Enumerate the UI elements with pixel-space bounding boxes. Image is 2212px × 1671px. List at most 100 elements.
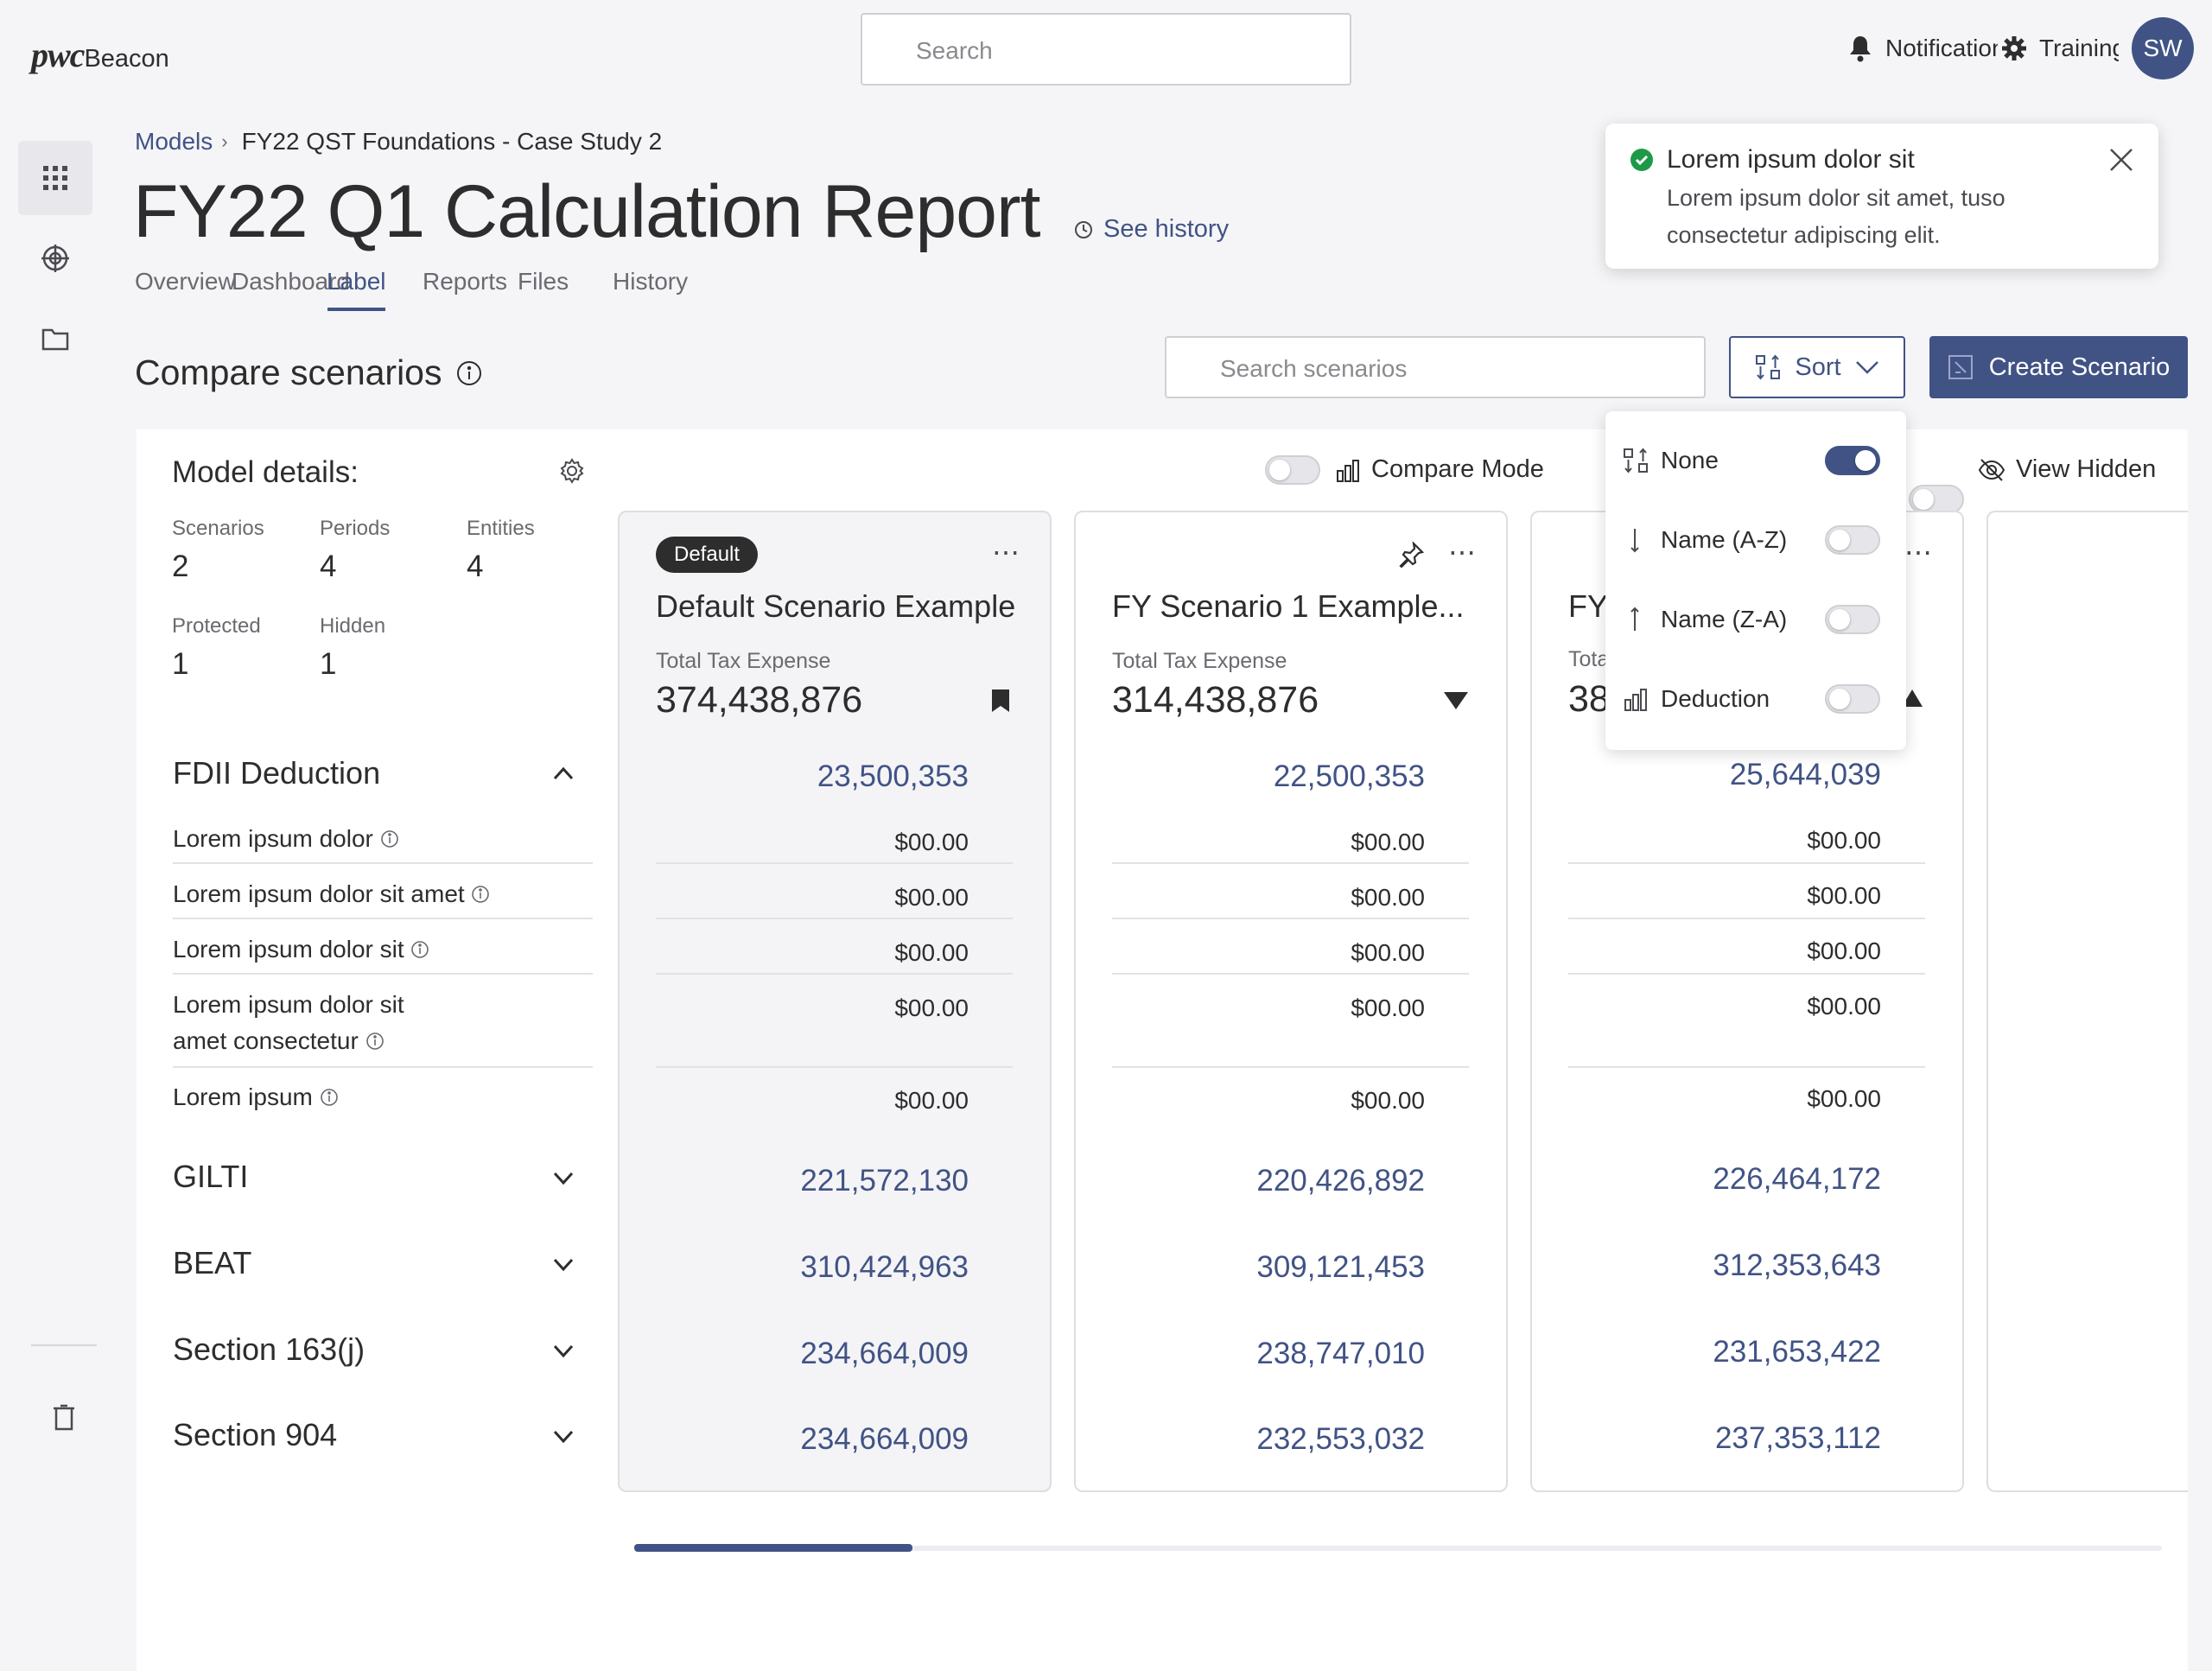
info-icon[interactable] <box>320 1088 339 1107</box>
rail-apps-button[interactable] <box>18 141 92 215</box>
sort-option-name-az[interactable]: Name (A-Z) <box>1605 500 1906 580</box>
row-divider <box>1112 973 1469 975</box>
info-icon[interactable] <box>471 885 490 904</box>
row-divider <box>1112 1066 1469 1068</box>
accordion-section904-title[interactable]: Section 904 <box>173 1417 337 1453</box>
tab-reports[interactable]: Reports <box>423 268 507 295</box>
view-hidden-control[interactable]: View Hidden <box>1978 455 2156 484</box>
sort-option-none[interactable]: None <box>1605 421 1906 500</box>
accordion-beat-title[interactable]: BEAT <box>173 1245 251 1281</box>
tab-label[interactable]: Label <box>327 268 386 295</box>
section904-value: 232,553,032 <box>1256 1422 1425 1456</box>
breadcrumb-models-link[interactable]: Models <box>135 128 213 156</box>
chevron-down-icon[interactable] <box>553 1344 574 1358</box>
sort-option-toggle[interactable] <box>1825 684 1880 714</box>
chevron-down-icon[interactable] <box>553 1258 574 1272</box>
sort-option-deduction[interactable]: Deduction <box>1605 659 1906 739</box>
user-avatar[interactable]: SW <box>2132 17 2194 79</box>
stat-entities-value: 4 <box>467 550 484 583</box>
training-button[interactable]: Training <box>2001 35 2119 62</box>
close-icon[interactable] <box>2108 147 2134 173</box>
more-options-icon[interactable]: ⋯ <box>992 536 1021 569</box>
sort-option-label: Name (A-Z) <box>1661 526 1788 553</box>
rail-folder-button[interactable] <box>18 302 92 376</box>
more-options-icon[interactable]: ⋯ <box>1904 536 1934 569</box>
scenario-card-subtitle: Total Tax Expense <box>656 649 831 673</box>
scenario-search-input[interactable]: Search scenarios <box>1165 336 1706 398</box>
toast-message: Lorem ipsum dolor sit amet, tuso consect… <box>1667 185 2005 248</box>
compare-mode-label: Compare Mode <box>1371 455 1544 483</box>
row-value: $00.00 <box>1807 827 1881 854</box>
row-divider <box>1568 1066 1925 1068</box>
check-circle-icon <box>1630 148 1654 172</box>
row-divider <box>656 1066 1013 1068</box>
chevron-up-icon[interactable] <box>553 766 574 780</box>
gilti-value: 226,464,172 <box>1713 1162 1881 1196</box>
scenario-card-subtitle: Tota <box>1568 647 1610 671</box>
sort-button[interactable]: Sort <box>1729 336 1905 398</box>
info-icon[interactable] <box>380 829 399 848</box>
app-logo[interactable]: pwc Beacon <box>31 35 169 75</box>
info-icon[interactable] <box>456 360 482 386</box>
view-hidden-toggle[interactable] <box>1909 485 1964 514</box>
info-icon[interactable] <box>410 940 429 959</box>
stat-periods-value: 4 <box>320 550 337 583</box>
rail-target-button[interactable] <box>18 221 92 295</box>
pin-icon[interactable] <box>1398 542 1424 568</box>
scenario-card-total: 38 <box>1568 678 1610 720</box>
info-icon[interactable] <box>365 1032 385 1051</box>
tab-history[interactable]: History <box>613 268 688 295</box>
sort-option-label: None <box>1661 447 1719 473</box>
global-search-input[interactable]: Search <box>861 13 1351 86</box>
fdii-row-label: Lorem ipsum dolor <box>173 821 399 857</box>
row-value: $00.00 <box>894 994 969 1021</box>
compare-mode-control[interactable]: Compare Mode <box>1335 455 1544 484</box>
row-value: $00.00 <box>1351 884 1425 911</box>
chevron-right-icon: › <box>221 130 228 152</box>
notifications-button[interactable]: Notifications <box>1847 35 1998 62</box>
stat-protected-value: 1 <box>172 647 189 681</box>
fdii-row-text: Lorem ipsum dolor sit amet <box>173 880 465 907</box>
row-divider <box>173 862 593 864</box>
fdii-row-text: Lorem ipsum dolor <box>173 825 373 852</box>
sort-option-toggle[interactable] <box>1825 525 1880 555</box>
tab-overview[interactable]: Overview <box>135 268 236 295</box>
tab-files[interactable]: Files <box>518 268 569 295</box>
sort-up-icon <box>1623 607 1649 632</box>
sort-option-toggle[interactable] <box>1825 605 1880 634</box>
horizontal-scroll-thumb[interactable] <box>634 1544 912 1552</box>
sort-option-label: Deduction <box>1661 685 1770 712</box>
accordion-fdii-title[interactable]: FDII Deduction <box>173 755 380 791</box>
sort-option-toggle[interactable] <box>1825 446 1880 475</box>
more-options-icon[interactable]: ⋯ <box>1448 536 1478 569</box>
accordion-gilti-title[interactable]: GILTI <box>173 1159 248 1195</box>
row-divider <box>1112 918 1469 919</box>
row-value: $00.00 <box>894 1087 969 1114</box>
row-value: $00.00 <box>1351 1087 1425 1114</box>
scenario-card-total: 314,438,876 <box>1112 679 1319 721</box>
gilti-value: 220,426,892 <box>1256 1164 1425 1198</box>
create-scenario-button[interactable]: Create Scenario <box>1929 336 2188 398</box>
fdii-row-text: Lorem ipsum dolor sit <box>173 991 404 1018</box>
see-history-link[interactable]: See history <box>1074 215 1229 244</box>
bell-icon <box>1847 35 1873 62</box>
scenario-card-title: FY <box>1568 588 1609 624</box>
stat-protected-label: Protected <box>172 614 261 638</box>
clock-icon <box>1074 220 1093 239</box>
row-divider <box>1568 918 1925 919</box>
scenario-card-total: 374,438,876 <box>656 679 863 721</box>
rail-divider <box>31 1344 97 1346</box>
model-details-title: Model details: <box>172 455 359 489</box>
compare-scenarios-heading: Compare scenarios <box>135 353 482 393</box>
compare-mode-toggle[interactable] <box>1265 455 1320 485</box>
chevron-down-icon[interactable] <box>553 1430 574 1444</box>
scenario-card-clipped[interactable] <box>1986 511 2188 1492</box>
sort-option-name-za[interactable]: Name (Z-A) <box>1605 580 1906 659</box>
accordion-section163j-title[interactable]: Section 163(j) <box>173 1331 365 1368</box>
chevron-down-icon[interactable] <box>553 1172 574 1185</box>
rail-trash-button[interactable] <box>27 1381 101 1455</box>
bookmark-icon[interactable] <box>991 689 1010 713</box>
stat-periods-label: Periods <box>320 517 391 540</box>
settings-gear-icon[interactable] <box>559 458 585 484</box>
stat-entities-label: Entities <box>467 517 535 540</box>
